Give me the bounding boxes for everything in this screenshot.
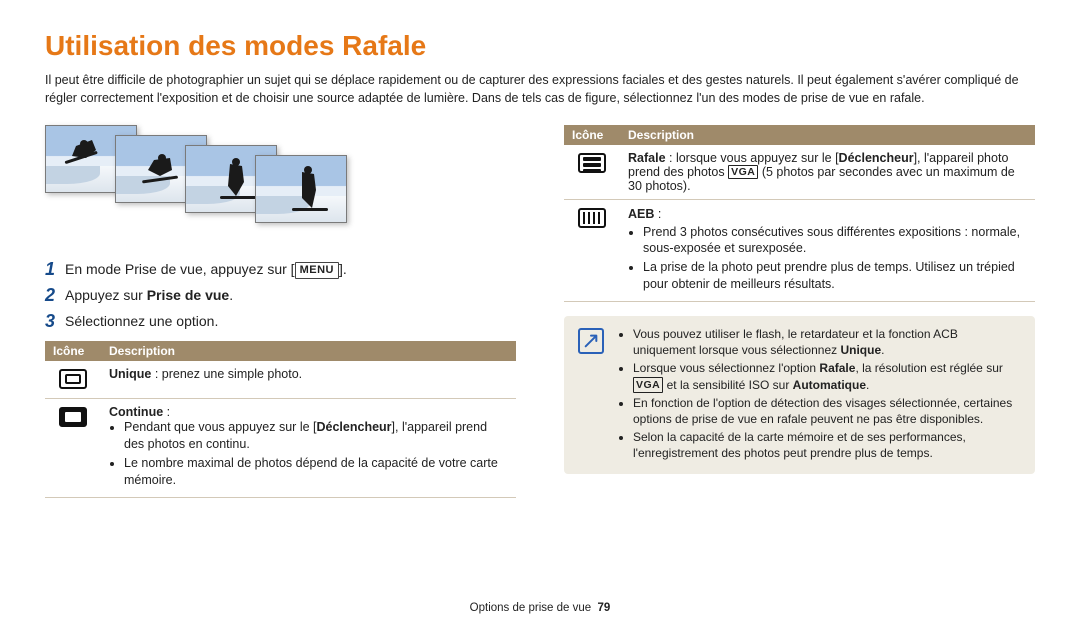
table-row: AEB : Prend 3 photos consécutives sous d… [564,200,1035,302]
list-item: Prend 3 photos consécutives sous différe… [643,224,1027,258]
vga-badge: VGA [728,165,758,179]
table-header-icon: Icône [45,341,101,361]
note-info-icon [578,328,604,354]
list-item: En fonction de l'option de détection des… [633,395,1021,427]
table-header-desc: Description [101,341,516,361]
step-2: 2 Appuyez sur Prise de vue. [45,286,516,306]
step-number: 2 [45,286,65,306]
single-shot-icon [59,369,87,389]
aeb-shot-icon [578,208,606,228]
icon-cell [45,361,101,399]
step-number: 3 [45,312,65,332]
step-number: 1 [45,260,65,280]
right-column: Icône Description Rafale : lorsque vous … [564,125,1035,498]
intro-text: Il peut être difficile de photographier … [45,72,1035,107]
step-text: Appuyez sur Prise de vue. [65,286,516,306]
table-row: Continue : Pendant que vous appuyez sur … [45,399,516,498]
document-page: Utilisation des modes Rafale Il peut êtr… [0,0,1080,630]
page-footer: Options de prise de vue 79 [0,602,1080,614]
table-row: Unique : prenez une simple photo. [45,361,516,399]
list-item: Pendant que vous appuyez sur le [Déclenc… [124,419,508,453]
list-item: La prise de la photo peut prendre plus d… [643,259,1027,293]
list-item: Lorsque vous sélectionnez l'option Rafal… [633,360,1021,392]
list-item: Vous pouvez utiliser le flash, le retard… [633,326,1021,358]
icon-cell [564,145,620,200]
menu-button-label: MENU [295,262,339,279]
step-1: 1 En mode Prise de vue, appuyez sur [MEN… [45,260,516,280]
burst-shot-icon [578,153,606,173]
desc-cell: AEB : Prend 3 photos consécutives sous d… [620,200,1035,302]
icon-cell [564,200,620,302]
footer-label: Options de prise de vue [470,602,591,614]
page-title: Utilisation des modes Rafale [45,30,1035,62]
icon-cell [45,399,101,498]
desc-cell: Unique : prenez une simple photo. [101,361,516,399]
step-text: En mode Prise de vue, appuyez sur [MENU]… [65,260,516,280]
page-number: 79 [598,602,611,614]
note-box: Vous pouvez utiliser le flash, le retard… [564,316,1035,474]
left-column: 1 En mode Prise de vue, appuyez sur [MEN… [45,125,516,498]
two-column-layout: 1 En mode Prise de vue, appuyez sur [MEN… [45,125,1035,498]
step-3: 3 Sélectionnez une option. [45,312,516,332]
desc-cell: Continue : Pendant que vous appuyez sur … [101,399,516,498]
left-icon-table: Icône Description Unique : prenez une si… [45,341,516,498]
right-icon-table: Icône Description Rafale : lorsque vous … [564,125,1035,302]
thumbnail-strip [45,125,516,240]
thumbnail-4 [255,155,347,223]
vga-badge: VGA [633,377,663,393]
steps-list: 1 En mode Prise de vue, appuyez sur [MEN… [45,260,516,331]
table-header-desc: Description [620,125,1035,145]
list-item: Le nombre maximal de photos dépend de la… [124,455,508,489]
continuous-shot-icon [59,407,87,427]
table-header-icon: Icône [564,125,620,145]
desc-cell: Rafale : lorsque vous appuyez sur le [Dé… [620,145,1035,200]
step-text: Sélectionnez une option. [65,312,516,332]
list-item: Selon la capacité de la carte mémoire et… [633,429,1021,461]
table-row: Rafale : lorsque vous appuyez sur le [Dé… [564,145,1035,200]
